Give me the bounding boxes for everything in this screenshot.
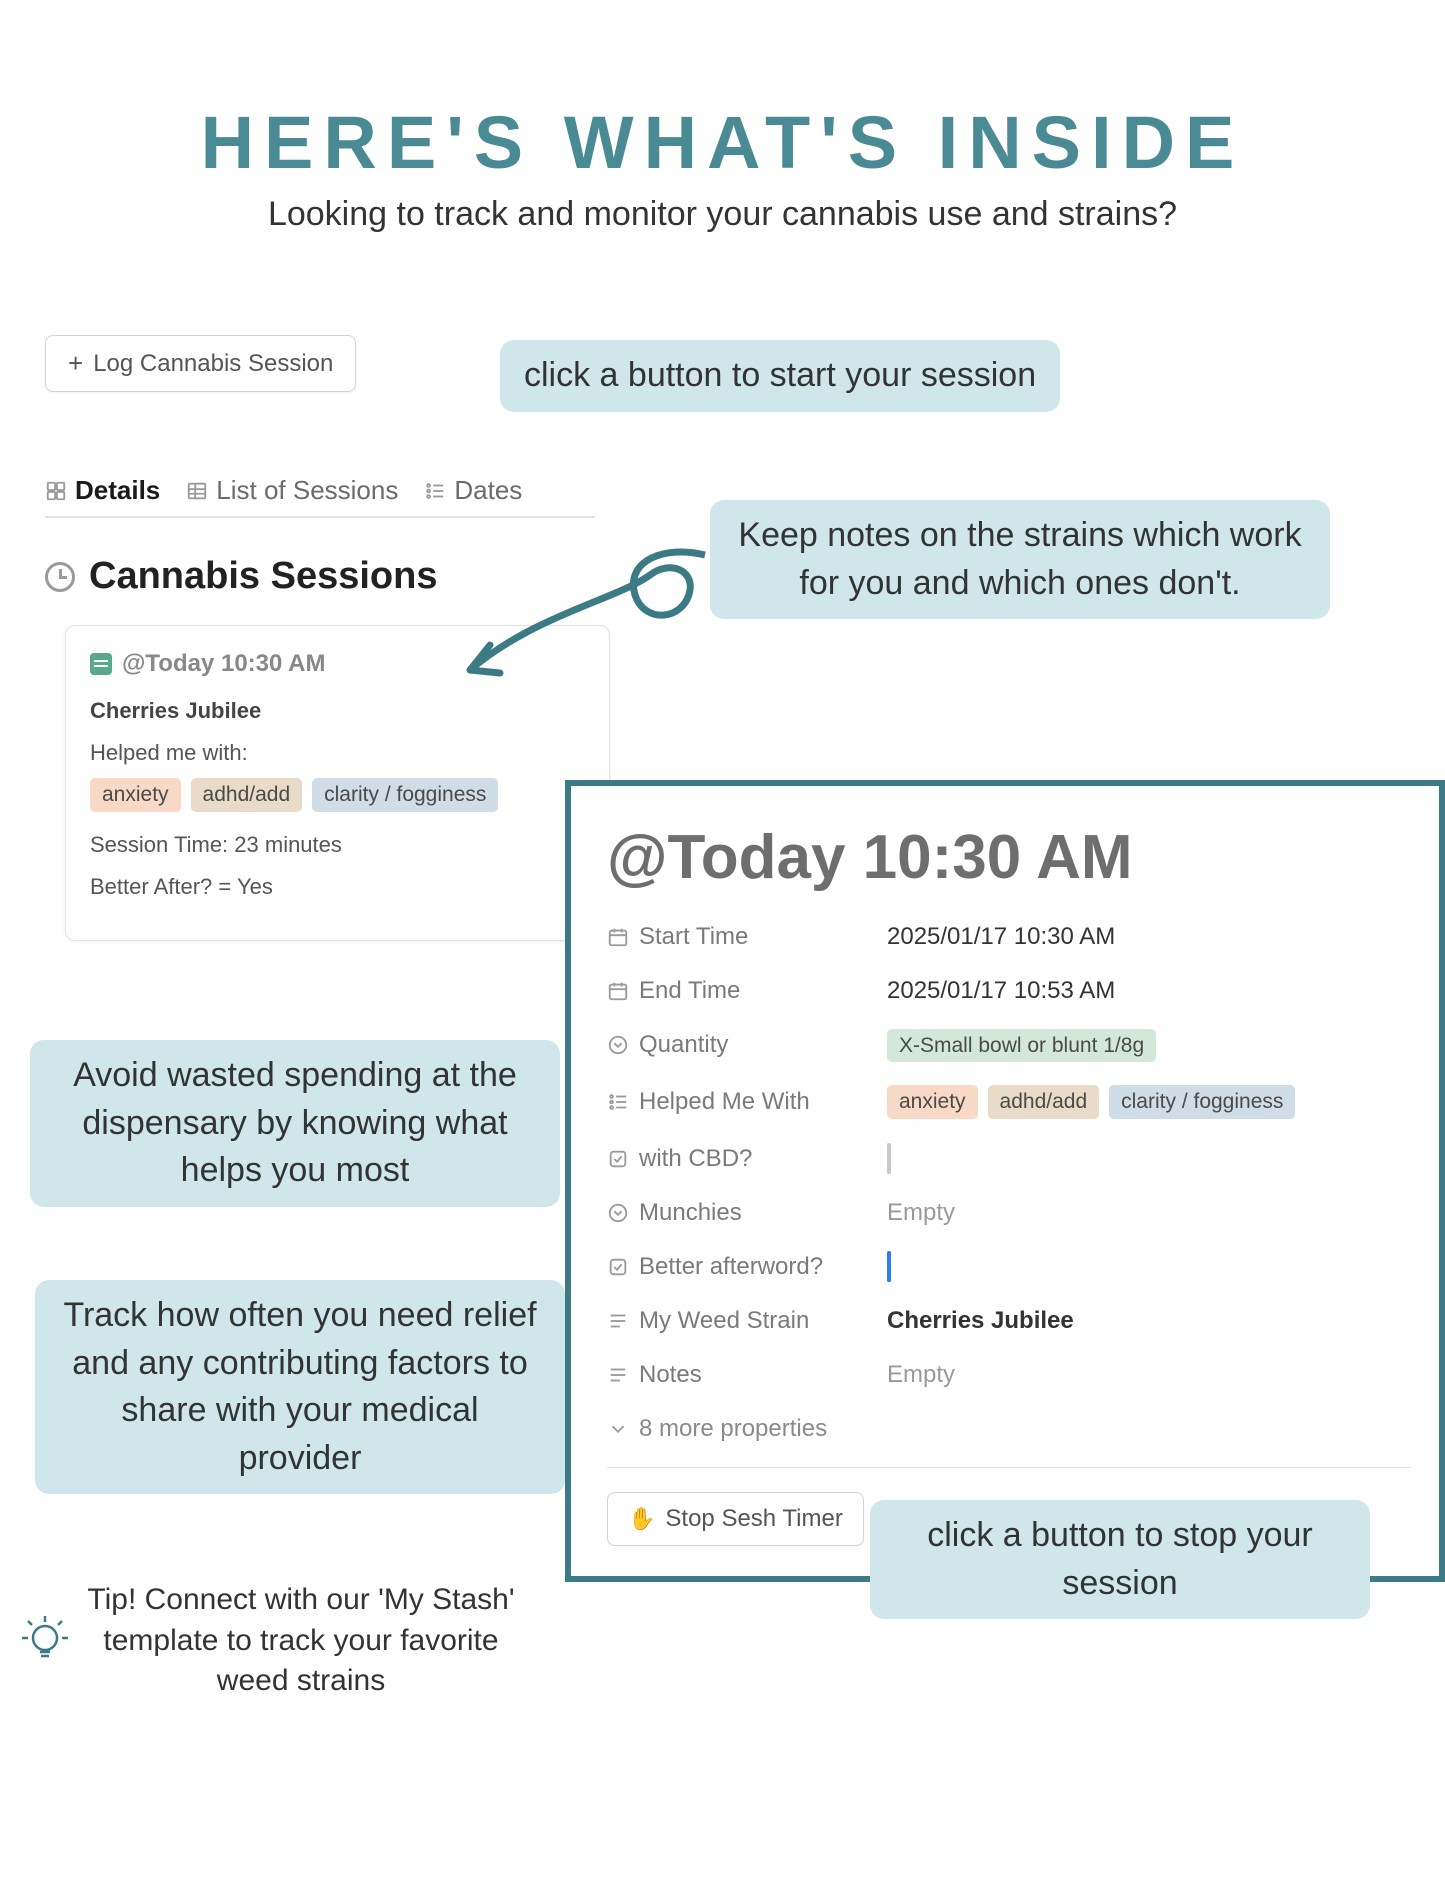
tab-list-label: List of Sessions — [216, 475, 398, 506]
detail-panel-title: @Today 10:30 AM — [607, 822, 1411, 893]
property-helped-with[interactable]: Helped Me With anxiety adhd/add clarity … — [607, 1085, 1411, 1119]
end-time-value: 2025/01/17 10:53 AM — [887, 977, 1115, 1005]
stop-timer-button[interactable]: ✋ Stop Sesh Timer — [607, 1492, 864, 1546]
view-tabs: Details List of Sessions Dates — [45, 475, 595, 518]
arrow-icon — [435, 535, 725, 695]
start-time-label: Start Time — [639, 923, 748, 951]
more-properties-toggle[interactable]: 8 more properties — [607, 1415, 1411, 1443]
log-session-label: Log Cannabis Session — [93, 350, 333, 378]
strain-value: Cherries Jubilee — [887, 1307, 1074, 1335]
helped-with-label: Helped Me With — [639, 1088, 810, 1116]
session-card-date: @Today 10:30 AM — [122, 650, 325, 678]
property-start-time[interactable]: Start Time 2025/01/17 10:30 AM — [607, 923, 1411, 951]
with-cbd-label: with CBD? — [639, 1145, 752, 1173]
property-better-afterword[interactable]: Better afterword? — [607, 1253, 1411, 1281]
tag-anxiety: anxiety — [90, 778, 181, 812]
table-icon — [186, 480, 208, 502]
tab-details[interactable]: Details — [45, 475, 160, 506]
session-time-line: Session Time: 23 minutes — [90, 832, 585, 858]
checkbox-prop-icon — [607, 1256, 629, 1278]
hand-icon: ✋ — [628, 1506, 655, 1532]
date-icon — [90, 653, 112, 675]
page-subtitle: Looking to track and monitor your cannab… — [0, 195, 1445, 234]
property-end-time[interactable]: End Time 2025/01/17 10:53 AM — [607, 977, 1411, 1005]
tag-anxiety: anxiety — [887, 1085, 978, 1119]
gallery-icon — [45, 480, 67, 502]
clock-icon — [45, 562, 75, 592]
property-strain[interactable]: My Weed Strain Cherries Jubilee — [607, 1307, 1411, 1335]
multiselect-icon — [607, 1091, 629, 1113]
property-quantity[interactable]: Quantity X-Small bowl or blunt 1/8g — [607, 1031, 1411, 1059]
notes-value: Empty — [887, 1361, 955, 1389]
list-icon — [424, 480, 446, 502]
tab-dates-label: Dates — [454, 475, 522, 506]
quantity-value: X-Small bowl or blunt 1/8g — [887, 1029, 1156, 1062]
end-time-label: End Time — [639, 977, 740, 1005]
quantity-label: Quantity — [639, 1031, 728, 1059]
chevron-down-icon — [607, 1418, 629, 1440]
log-session-button[interactable]: + Log Cannabis Session — [45, 335, 356, 392]
calendar-icon — [607, 980, 629, 1002]
munchies-label: Munchies — [639, 1199, 742, 1227]
tab-list[interactable]: List of Sessions — [186, 475, 398, 506]
callout-spending: Avoid wasted spending at the dispensary … — [30, 1040, 560, 1207]
sessions-heading: Cannabis Sessions — [89, 555, 437, 598]
property-with-cbd[interactable]: with CBD? — [607, 1145, 1411, 1173]
tip-row: Tip! Connect with our 'My Stash' templat… — [20, 1580, 520, 1702]
better-afterword-checkbox[interactable] — [887, 1251, 891, 1282]
more-properties-label: 8 more properties — [639, 1415, 827, 1443]
tag-clarity: clarity / fogginess — [1109, 1085, 1295, 1119]
page-title: HERE'S WHAT'S INSIDE — [0, 100, 1445, 185]
stop-timer-label: Stop Sesh Timer — [665, 1505, 842, 1533]
helped-with-label: Helped me with: — [90, 740, 585, 766]
select-icon — [607, 1034, 629, 1056]
tag-adhd: adhd/add — [988, 1085, 1100, 1119]
divider — [607, 1467, 1411, 1468]
session-detail-panel: @Today 10:30 AM Start Time 2025/01/17 10… — [565, 780, 1445, 1582]
start-time-value: 2025/01/17 10:30 AM — [887, 923, 1115, 951]
with-cbd-checkbox[interactable] — [887, 1143, 891, 1174]
text-icon — [607, 1310, 629, 1332]
property-munchies[interactable]: Munchies Empty — [607, 1199, 1411, 1227]
tag-row: anxiety adhd/add clarity / fogginess — [90, 778, 585, 812]
tab-dates[interactable]: Dates — [424, 475, 522, 506]
tip-text: Tip! Connect with our 'My Stash' templat… — [82, 1580, 520, 1702]
callout-relief: Track how often you need relief and any … — [35, 1280, 565, 1494]
property-notes[interactable]: Notes Empty — [607, 1361, 1411, 1389]
callout-stop-session: click a button to stop your session — [870, 1500, 1370, 1619]
calendar-icon — [607, 926, 629, 948]
tag-adhd: adhd/add — [191, 778, 303, 812]
munchies-value: Empty — [887, 1199, 955, 1227]
tag-clarity: clarity / fogginess — [312, 778, 498, 812]
strain-label: My Weed Strain — [639, 1307, 809, 1335]
plus-icon: + — [68, 348, 83, 379]
session-card-strain: Cherries Jubilee — [90, 698, 585, 724]
lightbulb-icon — [20, 1610, 70, 1670]
callout-start-session: click a button to start your session — [500, 340, 1060, 412]
checkbox-prop-icon — [607, 1148, 629, 1170]
better-after-line: Better After? = Yes — [90, 874, 585, 900]
callout-notes: Keep notes on the strains which work for… — [710, 500, 1330, 619]
select-icon — [607, 1202, 629, 1224]
better-afterword-label: Better afterword? — [639, 1253, 823, 1281]
text-icon — [607, 1364, 629, 1386]
notes-label: Notes — [639, 1361, 702, 1389]
tab-details-label: Details — [75, 475, 160, 506]
